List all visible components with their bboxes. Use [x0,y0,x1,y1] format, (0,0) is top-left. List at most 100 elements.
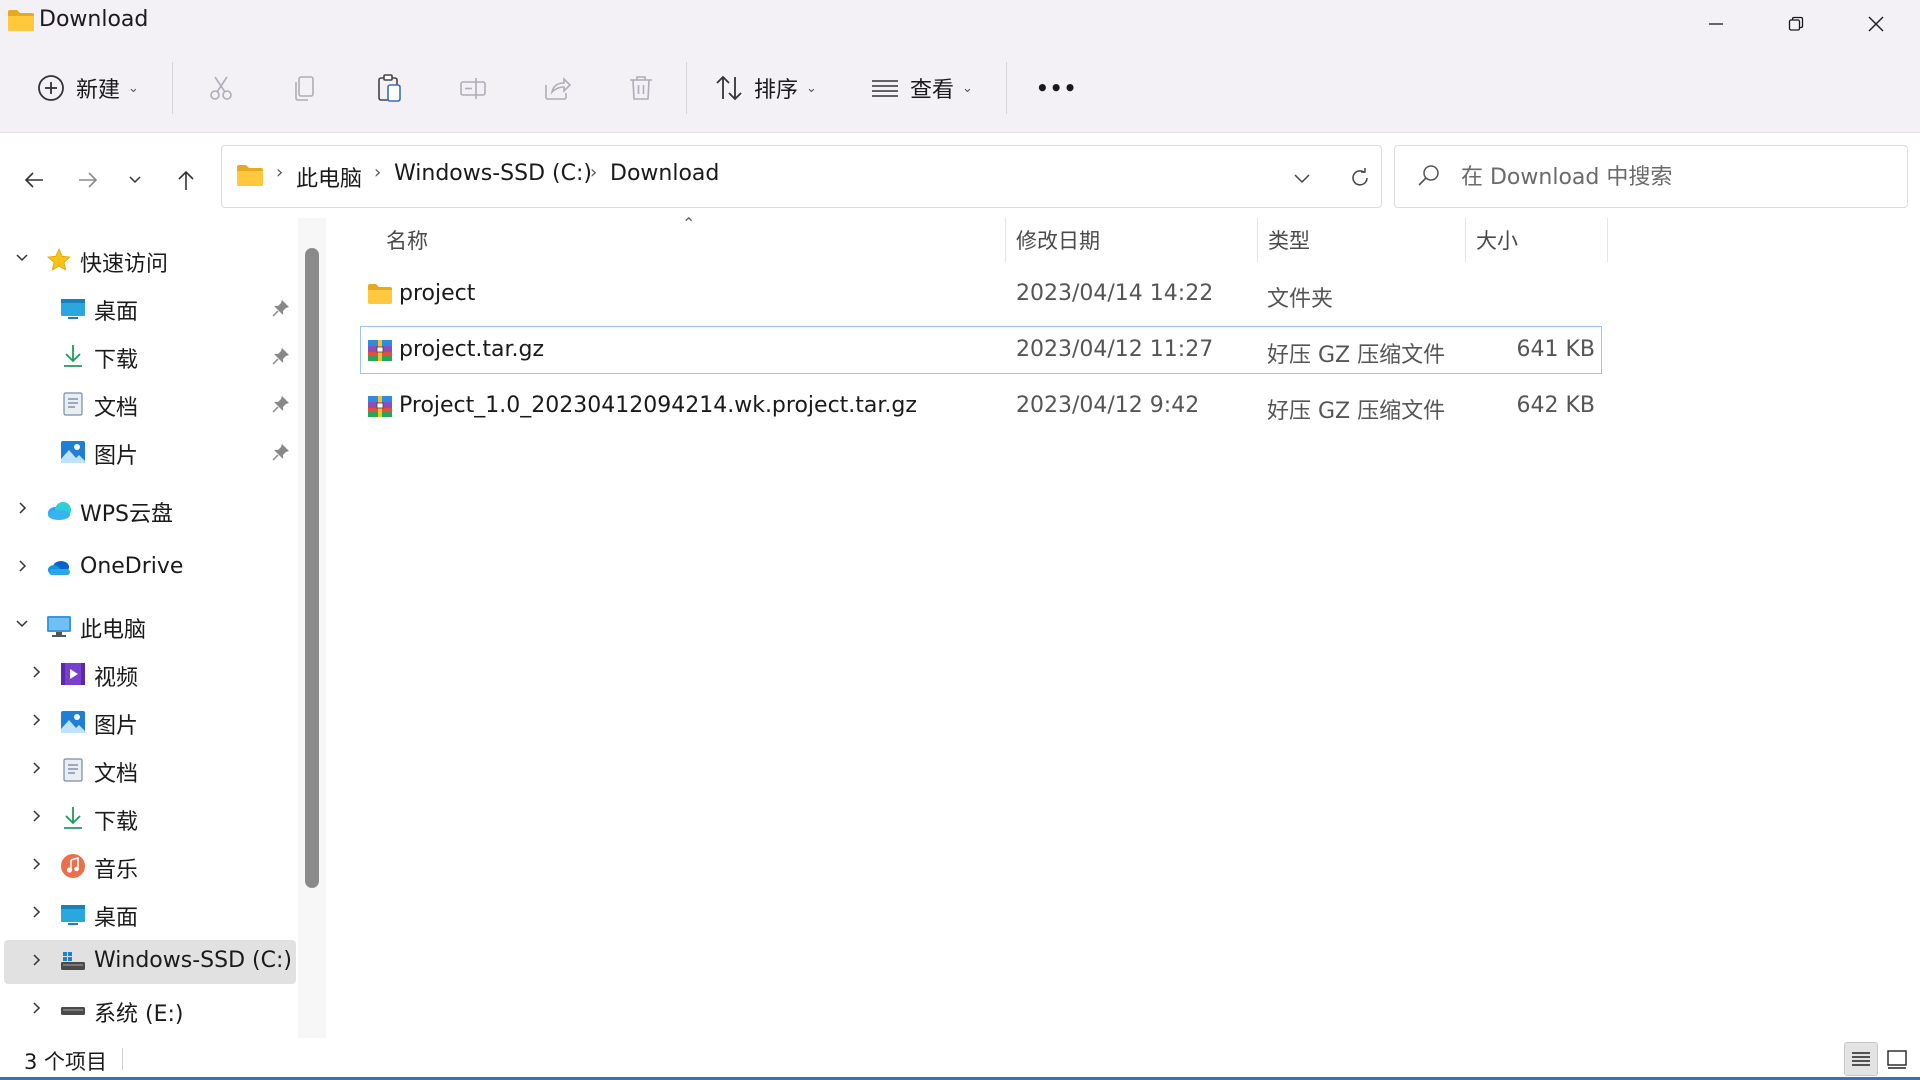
breadcrumb-download[interactable]: Download [610,161,719,186]
tree-item-desktop[interactable]: 桌面 [4,892,296,936]
rename-button[interactable] [448,56,498,120]
more-button[interactable]: ••• [1026,56,1087,120]
tree-item-onedrive[interactable]: OneDrive [4,546,296,590]
tree-item-downloads[interactable]: 下载 [4,796,296,840]
tree-label: 视频 [94,666,139,691]
close-button[interactable] [1836,0,1916,48]
arrow-right-icon [79,172,98,188]
details-view-button[interactable] [1844,1042,1878,1076]
up-button[interactable] [164,158,208,202]
wps-cloud-icon [48,502,71,520]
desktop-icon [61,299,85,319]
folder-icon [8,10,34,31]
large-icons-view-button[interactable] [1880,1042,1914,1076]
download-icon [64,807,82,829]
refresh-button[interactable] [1340,160,1380,196]
delete-button[interactable] [616,56,666,120]
minimize-button[interactable] [1676,0,1756,48]
chevron-right-icon[interactable] [26,905,46,923]
recent-locations-button[interactable] [114,158,156,202]
column-header-name[interactable]: 名称 [376,218,826,262]
file-row[interactable]: project 2023/04/14 14:22 文件夹 [360,270,1602,318]
tree-item-documents[interactable]: 文档 [4,748,296,792]
folder-icon [368,284,392,304]
pin-icon[interactable] [272,299,290,317]
star-icon [47,248,71,271]
paste-button[interactable] [364,56,414,120]
chevron-right-icon[interactable] [26,857,46,875]
tree-item-documents-pinned[interactable]: 文档 [4,382,296,426]
chevron-down-icon[interactable] [12,251,32,269]
tree-item-desktop-pinned[interactable]: 桌面 [4,286,296,330]
file-modified: 2023/04/14 14:22 [1016,281,1214,306]
back-button[interactable] [12,158,56,202]
file-size: 641 KB [1516,337,1595,362]
chevron-right-icon[interactable] [26,665,46,683]
sort-button[interactable]: 排序 ⌄ [704,56,827,120]
cut-button[interactable] [196,56,246,120]
tree-item-this-pc[interactable]: 此电脑 [4,604,296,648]
tree-item-music[interactable]: 音乐 [4,844,296,888]
sort-label: 排序 [754,78,799,103]
chevron-right-icon[interactable] [12,559,32,577]
pictures-icon [61,441,85,463]
navigation-bar: › 此电脑 › Windows-SSD (C:) › Download [0,134,1920,218]
tree-label: 此电脑 [80,618,147,643]
refresh-icon [1352,168,1368,186]
folder-icon [237,165,263,186]
forward-button[interactable] [66,158,110,202]
tree-label: OneDrive [80,554,184,579]
tree-item-windows-ssd[interactable]: Windows-SSD (C:) [4,940,296,984]
chevron-right-icon[interactable] [26,1001,46,1019]
column-label: 大小 [1476,229,1518,253]
column-header-type[interactable]: 类型 [1258,218,1464,262]
search-input[interactable] [1461,158,1891,196]
file-row[interactable]: project.tar.gz 2023/04/12 11:27 好压 GZ 压缩… [360,326,1602,374]
pictures-icon [61,711,85,733]
file-modified: 2023/04/12 9:42 [1016,393,1200,418]
tree-item-system-e[interactable]: 系统 (E:) [4,988,296,1032]
chevron-right-icon[interactable] [26,761,46,779]
copy-button[interactable] [280,56,330,120]
tree-item-pictures[interactable]: 图片 [4,700,296,744]
file-row[interactable]: Project_1.0_20230412094214.wk.project.ta… [360,382,1602,430]
chevron-right-icon[interactable] [26,713,46,731]
cut-icon [210,76,232,100]
search-box[interactable] [1394,145,1908,208]
toolbar-divider [686,62,687,114]
chevron-right-icon[interactable] [26,809,46,827]
file-type: 好压 GZ 压缩文件 [1267,343,1446,368]
chevron-right-icon[interactable] [12,501,32,519]
view-button[interactable]: 查看 ⌄ [860,56,983,120]
address-history-button[interactable] [1282,160,1322,196]
tree-label: 图片 [94,444,139,469]
chevron-right-icon[interactable] [26,953,46,971]
drive-icon [61,952,85,970]
restore-button[interactable] [1756,0,1836,48]
column-header-modified[interactable]: 修改日期 [1006,218,1256,262]
column-label: 修改日期 [1016,229,1100,253]
address-bar[interactable]: › 此电脑 › Windows-SSD (C:) › Download [221,145,1382,208]
more-icon: ••• [1036,76,1078,100]
column-header-size[interactable]: 大小 [1466,218,1606,262]
tree-item-videos[interactable]: 视频 [4,652,296,696]
sidebar-scrollbar-thumb[interactable] [305,248,319,888]
pin-icon[interactable] [272,443,290,461]
breadcrumb-drive[interactable]: Windows-SSD (C:) [394,161,592,186]
new-button[interactable]: 新建 ⌄ [26,56,149,120]
file-modified: 2023/04/12 11:27 [1016,337,1214,362]
tree-label: Windows-SSD (C:) [94,948,292,973]
videos-icon [61,663,85,685]
tree-item-wps-cloud[interactable]: WPS云盘 [4,488,296,532]
tree-item-pictures-pinned[interactable]: 图片 [4,430,296,474]
pin-icon[interactable] [272,347,290,365]
breadcrumb-this-pc[interactable]: 此电脑 [296,161,362,193]
pin-icon[interactable] [272,395,290,413]
column-divider[interactable] [1607,218,1608,262]
tree-item-downloads-pinned[interactable]: 下载 [4,334,296,378]
chevron-down-icon[interactable] [12,617,32,635]
column-label: 名称 [386,229,428,253]
tree-item-quick-access[interactable]: 快速访问 [4,238,296,282]
title-bar: Download [0,0,1920,44]
share-button[interactable] [532,56,582,120]
